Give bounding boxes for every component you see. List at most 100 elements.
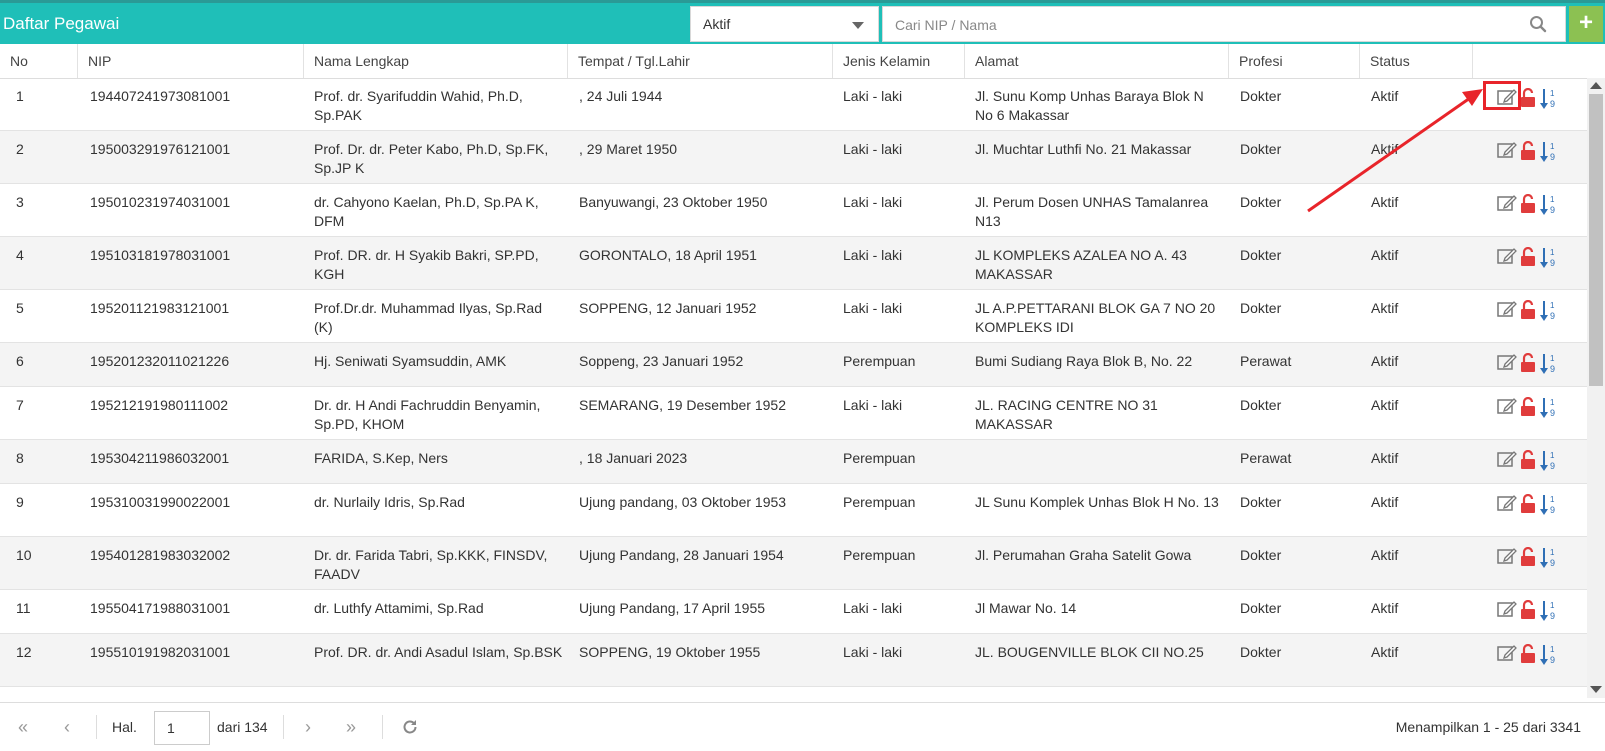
table-row[interactable]: 3 195010231974031001 dr. Cahyono Kaelan, P… [0,184,1587,237]
cell-no: 2 [16,141,24,157]
unlock-icon[interactable] [1520,87,1536,111]
cell-nama: Prof. DR. dr. Andi Asadul Islam, Sp.BSK [314,644,563,660]
cell-status: Aktif [1371,494,1399,510]
edit-icon[interactable] [1497,194,1517,215]
unlock-icon[interactable] [1520,352,1536,376]
sort-numeric-icon[interactable]: 19 [1540,88,1558,113]
table-row[interactable]: 12 195510191982031001 Prof. DR. dr. Andi A… [0,634,1587,687]
unlock-icon[interactable] [1520,246,1536,270]
add-button[interactable]: + [1569,6,1603,42]
cell-alamat: JL Sunu Komplek Unhas Blok H No. 13 [975,494,1219,510]
toolbar: Daftar Pegawai Aktif + [0,0,1605,44]
scrollbar-thumb[interactable] [1589,94,1603,386]
column-header-nama[interactable]: Nama Lengkap [303,44,567,78]
sort-numeric-icon[interactable]: 19 [1540,494,1558,519]
next-page-icon[interactable]: › [305,718,311,736]
column-header-nip[interactable]: NIP [77,44,303,78]
search-input[interactable] [893,14,1517,36]
first-page-icon[interactable]: « [18,718,28,736]
cell-profesi: Dokter [1240,300,1282,316]
search-icon[interactable] [1529,15,1547,36]
sort-numeric-icon[interactable]: 19 [1540,247,1558,272]
edit-icon[interactable] [1497,397,1517,418]
unlock-icon[interactable] [1520,299,1536,323]
scroll-up-icon[interactable] [1590,82,1602,89]
cell-nip: 195103181978031001 [90,247,231,263]
cell-nama: dr. Luthfy Attamimi, Sp.Rad [314,600,484,616]
row-actions: 19 [1497,352,1567,378]
sort-numeric-icon[interactable]: 19 [1540,547,1558,572]
unlock-icon[interactable] [1520,396,1536,420]
table-row[interactable]: 5 195201121983121001 Prof.Dr.dr. Muhammad … [0,290,1587,343]
cell-profesi: Dokter [1240,247,1282,263]
sort-numeric-icon[interactable]: 19 [1540,141,1558,166]
column-header-ttl[interactable]: Tempat / Tgl.Lahir [567,44,832,78]
edit-icon[interactable] [1497,300,1517,321]
cell-alamat: Jl. Perum Dosen UNHAS Tamalanrea N13 [975,194,1209,229]
svg-text:9: 9 [1550,505,1555,515]
table-row[interactable]: 1 194407241973081001 Prof. dr. Syarifuddin… [0,78,1587,131]
table-row[interactable]: 11 195504171988031001 dr. Luthfy Attamimi,… [0,590,1587,634]
edit-icon[interactable] [1497,600,1517,621]
table-row[interactable]: 10 195401281983032002 Dr. dr. Farida Tabri… [0,537,1587,590]
sort-numeric-icon[interactable]: 19 [1540,353,1558,378]
cell-no: 7 [16,397,24,413]
page-label: Hal. [112,719,137,735]
sort-numeric-icon[interactable]: 19 [1540,450,1558,475]
cell-jenis-kelamin: Laki - laki [843,141,903,157]
unlock-icon[interactable] [1520,599,1536,623]
edit-icon[interactable] [1497,141,1517,162]
svg-text:9: 9 [1550,461,1555,471]
last-page-icon[interactable]: » [346,718,356,736]
cell-ttl: SEMARANG, 19 Desember 1952 [579,397,786,413]
unlock-icon[interactable] [1520,643,1536,667]
cell-nama: dr. Cahyono Kaelan, Ph.D, Sp.PA K, DFM [314,194,539,229]
unlock-icon[interactable] [1520,546,1536,570]
edit-icon[interactable] [1497,450,1517,471]
cell-status: Aktif [1371,644,1399,660]
sort-numeric-icon[interactable]: 19 [1540,194,1558,219]
status-filter-select[interactable]: Aktif [690,6,879,42]
cell-nip: 195504171988031001 [90,600,231,616]
cell-status: Aktif [1371,194,1399,210]
table-row[interactable]: 4 195103181978031001 Prof. DR. dr. H Syaki… [0,237,1587,290]
scroll-down-icon[interactable] [1590,686,1602,693]
column-header-status[interactable]: Status [1359,44,1472,78]
table-row[interactable]: 6 195201232011021226 Hj. Seniwati Syamsudd… [0,343,1587,387]
previous-page-icon[interactable]: ‹ [64,718,70,736]
cell-profesi: Dokter [1240,547,1282,563]
svg-text:1: 1 [1550,398,1555,407]
table-row[interactable]: 2 195003291976121001 Prof. Dr. dr. Peter K… [0,131,1587,184]
sort-numeric-icon[interactable]: 19 [1540,600,1558,625]
table-row[interactable]: 9 195310031990022001 dr. Nurlaily Idris, S… [0,484,1587,537]
row-actions: 19 [1497,396,1567,422]
cell-no: 8 [16,450,24,466]
page-number-input[interactable] [154,711,210,745]
column-header-profesi[interactable]: Profesi [1228,44,1359,78]
unlock-icon[interactable] [1520,493,1536,517]
refresh-icon[interactable] [401,718,419,739]
edit-icon[interactable] [1497,494,1517,515]
svg-text:9: 9 [1550,258,1555,268]
edit-icon[interactable] [1497,353,1517,374]
sort-numeric-icon[interactable]: 19 [1540,397,1558,422]
column-header-no[interactable]: No [0,44,77,78]
column-header-jenis-kelamin[interactable]: Jenis Kelamin [832,44,964,78]
cell-nama: Prof. DR. dr. H Syakib Bakri, SP.PD, KGH [314,247,539,282]
edit-icon[interactable] [1497,247,1517,268]
svg-text:1: 1 [1550,354,1555,363]
cell-alamat: Jl. Muchtar Luthfi No. 21 Makassar [975,141,1192,157]
unlock-icon[interactable] [1520,449,1536,473]
unlock-icon[interactable] [1520,193,1536,217]
edit-icon[interactable] [1497,547,1517,568]
edit-icon[interactable] [1497,644,1517,665]
table-row[interactable]: 8 195304211986032001 FARIDA, S.Kep, Ners , … [0,440,1587,484]
row-actions: 19 [1497,643,1567,669]
sort-numeric-icon[interactable]: 19 [1540,300,1558,325]
sort-numeric-icon[interactable]: 19 [1540,644,1558,669]
cell-profesi: Dokter [1240,494,1282,510]
column-header-alamat[interactable]: Alamat [964,44,1228,78]
svg-text:9: 9 [1550,655,1555,665]
table-row[interactable]: 7 195212191980111002 Dr. dr. H Andi Fachru… [0,387,1587,440]
unlock-icon[interactable] [1520,140,1536,164]
